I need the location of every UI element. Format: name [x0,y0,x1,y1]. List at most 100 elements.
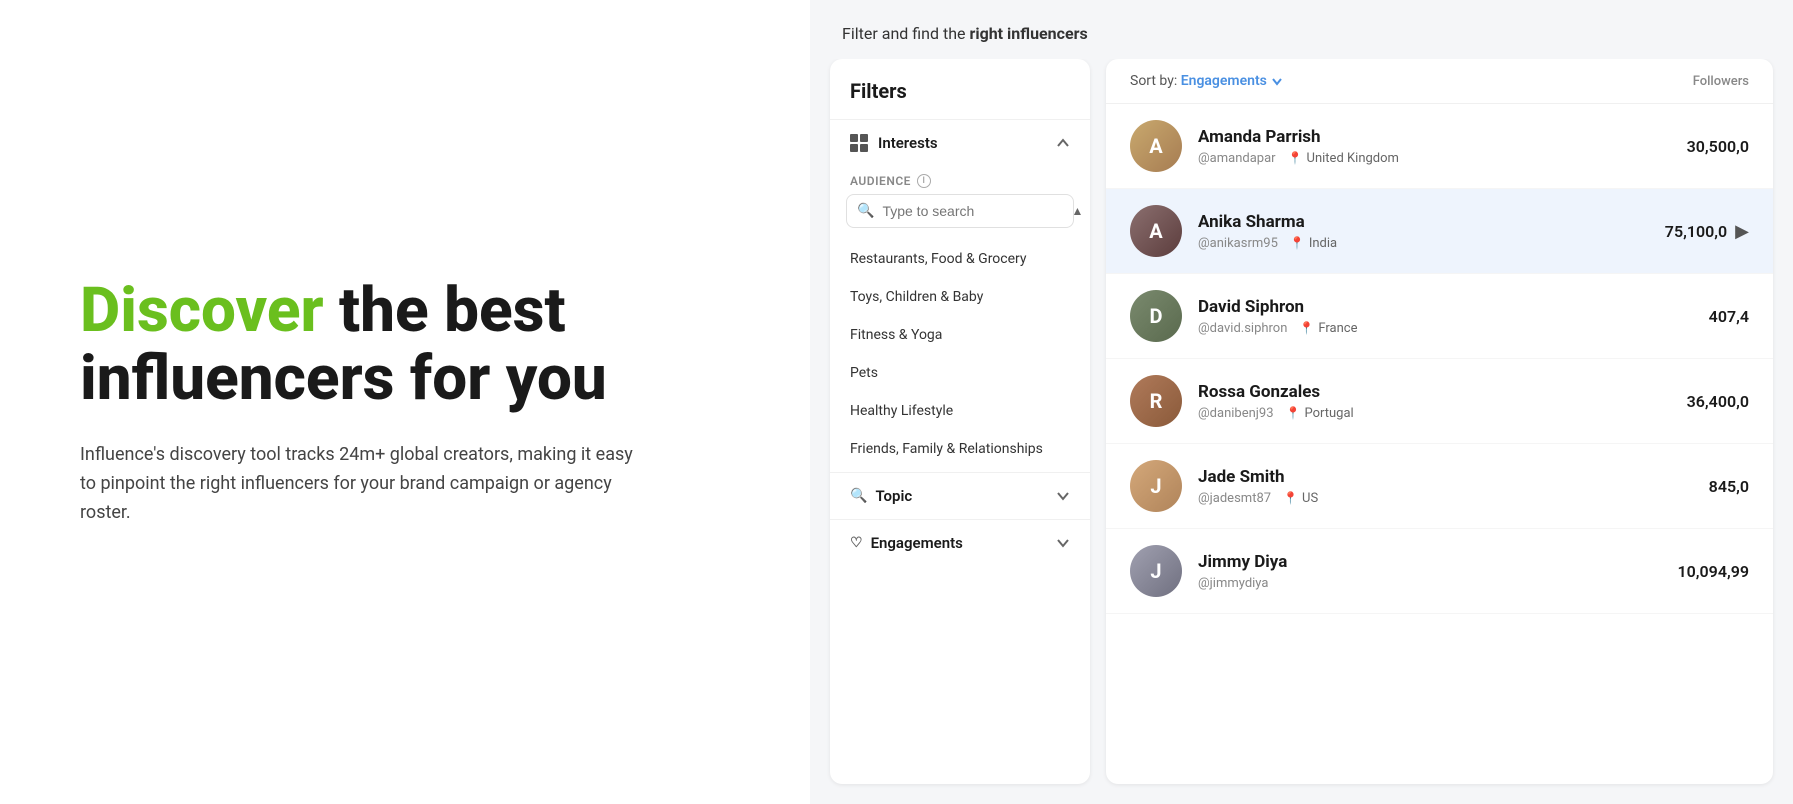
interests-label: Interests [878,134,938,152]
list-header: Sort by: Engagements Followers [1106,59,1773,104]
location-text: United Kingdom [1307,151,1399,166]
pin-icon: 📍 [1286,406,1301,420]
location-text: France [1318,321,1357,336]
influencer-row[interactable]: DDavid Siphron@david.siphron📍France407,4 [1106,274,1773,359]
interests-section: Interests AUDIENCE i 🔍 ▲ [830,119,1090,472]
avatar: A [1130,120,1182,172]
pin-icon: 📍 [1299,321,1314,335]
chevron-down-icon [1056,489,1070,503]
influencer-row[interactable]: A Anika Sharma @anikasrm95 📍 India 75,100,0 ▶ [1106,189,1773,274]
influencer-handle: @anikasrm95 [1198,236,1278,251]
influencer-name: David Siphron [1198,297,1659,317]
influencer-name: Amanda Parrish [1198,127,1659,147]
hero-title: Discover the best influencers for you [80,277,730,413]
audience-label: AUDIENCE i [830,166,1090,194]
grid-icon-cell [860,134,868,142]
search-icon: 🔍 [857,203,874,219]
content-area: Filters Interests [810,59,1793,804]
audience-text: AUDIENCE [850,174,911,188]
influencer-name: Jimmy Diya [1198,552,1659,572]
influencer-handle: @jadesmt87 [1198,491,1271,506]
cursor-indicator: ▶ [1735,221,1749,242]
influencer-row[interactable]: R Rossa Gonzales @danibenj93 📍Portugal 36,40… [1106,359,1773,444]
topbar-bold: right influencers [969,24,1087,43]
interest-item[interactable]: Friends, Family & Relationships [830,430,1090,468]
influencer-list: Sort by: Engagements Followers A Amanda P… [1106,59,1773,784]
influencer-location: 📍 France [1299,321,1357,336]
influencer-row[interactable]: J Jimmy Diya @jimmydiya10,094,99 [1106,529,1773,614]
topic-label: Topic [875,487,912,505]
interests-search-input[interactable] [882,203,1063,219]
followers-count: 30,500,0 [1659,137,1749,156]
grid-icon-cell [860,144,868,152]
interests-search-box[interactable]: 🔍 ▲ [846,194,1074,228]
location-text: US [1302,491,1318,506]
influencer-row[interactable]: A Amanda Parrish @amandapar 📍 United Kingdom… [1106,104,1773,189]
avatar: R [1130,375,1182,427]
left-panel: Discover the best influencers for you In… [0,0,810,804]
influencer-info: Amanda Parrish @amandapar 📍 United Kingdom [1198,127,1659,166]
location-text: India [1309,236,1337,251]
right-panel: Filter and find the right influencers Fi… [810,0,1793,804]
interests-dropdown-list: Restaurants, Food & GroceryToys, Childre… [830,236,1090,472]
influencer-meta: @amandapar 📍 United Kingdom [1198,151,1659,166]
engagements-section[interactable]: ♡ Engagements [830,519,1090,566]
grid-icon-cell [850,144,858,152]
influencer-meta: @jimmydiya [1198,576,1659,591]
interest-item[interactable]: Toys, Children & Baby [830,278,1090,316]
topic-left: 🔍 Topic [850,487,912,505]
followers-count: 10,094,99 [1659,562,1749,581]
filters-title: Filters [830,79,1090,119]
influencer-name: Rossa Gonzales [1198,382,1659,402]
influencer-location: 📍Portugal [1286,406,1354,421]
influencer-location: 📍 India [1290,236,1337,251]
influencer-name: Anika Sharma [1198,212,1637,232]
interest-item[interactable]: Fitness & Yoga [830,316,1090,354]
influencer-rows: A Amanda Parrish @amandapar 📍 United Kingdom… [1106,104,1773,784]
influencer-info: Jimmy Diya @jimmydiya [1198,552,1659,591]
interests-header[interactable]: Interests [830,120,1090,166]
influencer-location: 📍 United Kingdom [1288,151,1399,166]
heart-icon: ♡ [850,535,863,551]
sort-by-label: Sort by: [1130,73,1177,89]
interest-item[interactable]: Healthy Lifestyle [830,392,1090,430]
grid-icon [850,134,868,152]
avatar: J [1130,460,1182,512]
influencer-meta: @jadesmt87 📍US [1198,491,1659,506]
influencer-info: Rossa Gonzales @danibenj93 📍Portugal [1198,382,1659,421]
avatar: J [1130,545,1182,597]
topic-search-icon: 🔍 [850,488,867,504]
hero-title-green: Discover [80,274,324,347]
influencer-info: David Siphron @david.siphron 📍 France [1198,297,1659,336]
influencer-meta: @anikasrm95 📍 India [1198,236,1637,251]
search-collapse-icon[interactable]: ▲ [1071,204,1083,218]
influencer-handle: @david.siphron [1198,321,1287,336]
influencer-location: 📍US [1283,491,1318,506]
grid-icon-cell [850,134,858,142]
location-text: Portugal [1304,406,1353,421]
followers-count: 36,400,0 [1659,392,1749,411]
interest-item[interactable]: Pets [830,354,1090,392]
influencer-name: Jade Smith [1198,467,1659,487]
topbar-text: Filter and find the [842,24,969,43]
sort-by-value[interactable]: Engagements [1181,73,1283,89]
topic-section[interactable]: 🔍 Topic [830,472,1090,519]
sort-by: Sort by: Engagements [1130,73,1283,89]
influencer-row[interactable]: JJade Smith@jadesmt87📍US845,0 [1106,444,1773,529]
influencer-handle: @amandapar [1198,151,1276,166]
influencer-handle: @danibenj93 [1198,406,1274,421]
influencer-info: Jade Smith @jadesmt87 📍US [1198,467,1659,506]
interest-item[interactable]: Restaurants, Food & Grocery [830,240,1090,278]
followers-count: 75,100,0 [1637,222,1727,241]
filters-panel: Filters Interests [830,59,1090,784]
chevron-up-icon [1056,136,1070,150]
interests-header-left: Interests [850,134,938,152]
engagements-left: ♡ Engagements [850,534,963,552]
avatar: D [1130,290,1182,342]
avatar: A [1130,205,1182,257]
info-icon: i [917,174,931,188]
influencer-meta: @danibenj93 📍Portugal [1198,406,1659,421]
hero-subtitle: Influence's discovery tool tracks 24m+ g… [80,441,640,527]
pin-icon: 📍 [1288,151,1303,165]
pin-icon: 📍 [1290,236,1305,250]
